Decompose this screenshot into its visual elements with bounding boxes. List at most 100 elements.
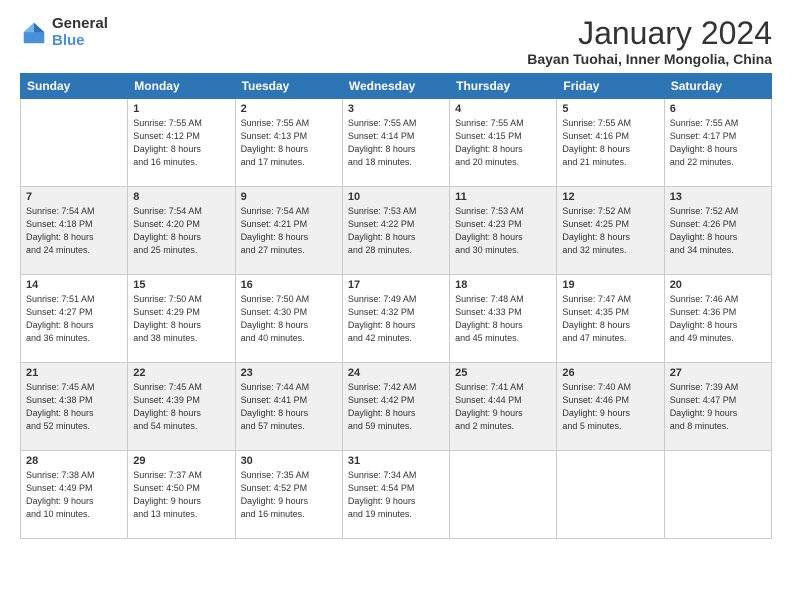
day-info: Sunrise: 7:45 AM Sunset: 4:38 PM Dayligh… bbox=[26, 381, 122, 433]
subtitle: Bayan Tuohai, Inner Mongolia, China bbox=[527, 51, 772, 67]
calendar-week-2: 7 Sunrise: 7:54 AM Sunset: 4:18 PM Daylig… bbox=[21, 187, 772, 275]
day-number: 31 bbox=[348, 455, 444, 467]
calendar-cell: 14 Sunrise: 7:51 AM Sunset: 4:27 PM Dayli… bbox=[21, 275, 128, 363]
day-info: Sunrise: 7:37 AM Sunset: 4:50 PM Dayligh… bbox=[133, 469, 229, 521]
day-number: 25 bbox=[455, 367, 551, 379]
logo-icon bbox=[20, 19, 48, 47]
day-info: Sunrise: 7:55 AM Sunset: 4:14 PM Dayligh… bbox=[348, 117, 444, 169]
day-info: Sunrise: 7:55 AM Sunset: 4:16 PM Dayligh… bbox=[562, 117, 658, 169]
calendar-cell bbox=[21, 99, 128, 187]
calendar-cell: 7 Sunrise: 7:54 AM Sunset: 4:18 PM Daylig… bbox=[21, 187, 128, 275]
logo-text: General Blue bbox=[52, 16, 108, 49]
calendar-cell: 15 Sunrise: 7:50 AM Sunset: 4:29 PM Dayli… bbox=[128, 275, 235, 363]
day-info: Sunrise: 7:41 AM Sunset: 4:44 PM Dayligh… bbox=[455, 381, 551, 433]
col-wednesday: Wednesday bbox=[342, 74, 449, 99]
day-info: Sunrise: 7:54 AM Sunset: 4:18 PM Dayligh… bbox=[26, 205, 122, 257]
day-info: Sunrise: 7:38 AM Sunset: 4:49 PM Dayligh… bbox=[26, 469, 122, 521]
day-info: Sunrise: 7:50 AM Sunset: 4:29 PM Dayligh… bbox=[133, 293, 229, 345]
day-number: 22 bbox=[133, 367, 229, 379]
col-thursday: Thursday bbox=[450, 74, 557, 99]
calendar-cell: 6Sunrise: 7:55 AM Sunset: 4:17 PM Daylig… bbox=[664, 99, 771, 187]
calendar-cell: 19Sunrise: 7:47 AM Sunset: 4:35 PM Dayli… bbox=[557, 275, 664, 363]
day-info: Sunrise: 7:53 AM Sunset: 4:22 PM Dayligh… bbox=[348, 205, 444, 257]
calendar-cell: 30 Sunrise: 7:35 AM Sunset: 4:52 PM Dayli… bbox=[235, 451, 342, 539]
day-info: Sunrise: 7:35 AM Sunset: 4:52 PM Dayligh… bbox=[241, 469, 337, 521]
day-number: 21 bbox=[26, 367, 122, 379]
day-number: 19 bbox=[562, 279, 658, 291]
title-block: January 2024 Bayan Tuohai, Inner Mongoli… bbox=[527, 16, 772, 67]
day-info: Sunrise: 7:49 AM Sunset: 4:32 PM Dayligh… bbox=[348, 293, 444, 345]
calendar-cell: 2Sunrise: 7:55 AM Sunset: 4:13 PM Daylig… bbox=[235, 99, 342, 187]
day-number: 20 bbox=[670, 279, 766, 291]
col-friday: Friday bbox=[557, 74, 664, 99]
calendar-cell: 28 Sunrise: 7:38 AM Sunset: 4:49 PM Dayli… bbox=[21, 451, 128, 539]
day-info: Sunrise: 7:39 AM Sunset: 4:47 PM Dayligh… bbox=[670, 381, 766, 433]
day-number: 5 bbox=[562, 103, 658, 115]
calendar-cell: 16 Sunrise: 7:50 AM Sunset: 4:30 PM Dayli… bbox=[235, 275, 342, 363]
calendar-cell: 20 Sunrise: 7:46 AM Sunset: 4:36 PM Dayli… bbox=[664, 275, 771, 363]
calendar-cell: 26 Sunrise: 7:40 AM Sunset: 4:46 PM Dayli… bbox=[557, 363, 664, 451]
day-number: 27 bbox=[670, 367, 766, 379]
col-sunday: Sunday bbox=[21, 74, 128, 99]
day-number: 9 bbox=[241, 191, 337, 203]
day-number: 1 bbox=[133, 103, 229, 115]
calendar-cell: 25 Sunrise: 7:41 AM Sunset: 4:44 PM Dayli… bbox=[450, 363, 557, 451]
day-number: 3 bbox=[348, 103, 444, 115]
calendar-cell: 4 Sunrise: 7:55 AM Sunset: 4:15 PM Daylig… bbox=[450, 99, 557, 187]
day-info: Sunrise: 7:40 AM Sunset: 4:46 PM Dayligh… bbox=[562, 381, 658, 433]
day-number: 29 bbox=[133, 455, 229, 467]
calendar-cell: 12Sunrise: 7:52 AM Sunset: 4:25 PM Dayli… bbox=[557, 187, 664, 275]
calendar-cell: 23 Sunrise: 7:44 AM Sunset: 4:41 PM Dayli… bbox=[235, 363, 342, 451]
calendar-cell: 17 Sunrise: 7:49 AM Sunset: 4:32 PM Dayli… bbox=[342, 275, 449, 363]
day-info: Sunrise: 7:45 AM Sunset: 4:39 PM Dayligh… bbox=[133, 381, 229, 433]
day-number: 17 bbox=[348, 279, 444, 291]
day-info: Sunrise: 7:51 AM Sunset: 4:27 PM Dayligh… bbox=[26, 293, 122, 345]
calendar-week-4: 21 Sunrise: 7:45 AM Sunset: 4:38 PM Dayli… bbox=[21, 363, 772, 451]
calendar-cell: 10Sunrise: 7:53 AM Sunset: 4:22 PM Dayli… bbox=[342, 187, 449, 275]
day-number: 13 bbox=[670, 191, 766, 203]
main-title: January 2024 bbox=[527, 16, 772, 51]
day-info: Sunrise: 7:55 AM Sunset: 4:12 PM Dayligh… bbox=[133, 117, 229, 169]
day-info: Sunrise: 7:34 AM Sunset: 4:54 PM Dayligh… bbox=[348, 469, 444, 521]
calendar-cell: 22 Sunrise: 7:45 AM Sunset: 4:39 PM Dayli… bbox=[128, 363, 235, 451]
day-number: 30 bbox=[241, 455, 337, 467]
calendar-cell: 9Sunrise: 7:54 AM Sunset: 4:21 PM Daylig… bbox=[235, 187, 342, 275]
day-number: 26 bbox=[562, 367, 658, 379]
day-info: Sunrise: 7:42 AM Sunset: 4:42 PM Dayligh… bbox=[348, 381, 444, 433]
day-number: 15 bbox=[133, 279, 229, 291]
calendar-table: Sunday Monday Tuesday Wednesday Thursday… bbox=[20, 73, 772, 539]
day-number: 4 bbox=[455, 103, 551, 115]
day-info: Sunrise: 7:54 AM Sunset: 4:20 PM Dayligh… bbox=[133, 205, 229, 257]
day-info: Sunrise: 7:46 AM Sunset: 4:36 PM Dayligh… bbox=[670, 293, 766, 345]
col-saturday: Saturday bbox=[664, 74, 771, 99]
calendar-cell: 8 Sunrise: 7:54 AM Sunset: 4:20 PM Daylig… bbox=[128, 187, 235, 275]
day-number: 11 bbox=[455, 191, 551, 203]
header: General Blue January 2024 Bayan Tuohai, … bbox=[20, 16, 772, 67]
calendar-cell bbox=[664, 451, 771, 539]
calendar-cell: 5 Sunrise: 7:55 AM Sunset: 4:16 PM Daylig… bbox=[557, 99, 664, 187]
day-number: 24 bbox=[348, 367, 444, 379]
day-number: 8 bbox=[133, 191, 229, 203]
day-info: Sunrise: 7:50 AM Sunset: 4:30 PM Dayligh… bbox=[241, 293, 337, 345]
logo: General Blue bbox=[20, 16, 108, 49]
day-number: 18 bbox=[455, 279, 551, 291]
calendar-header-row: Sunday Monday Tuesday Wednesday Thursday… bbox=[21, 74, 772, 99]
day-number: 2 bbox=[241, 103, 337, 115]
day-info: Sunrise: 7:44 AM Sunset: 4:41 PM Dayligh… bbox=[241, 381, 337, 433]
calendar-cell bbox=[557, 451, 664, 539]
calendar-cell: 24 Sunrise: 7:42 AM Sunset: 4:42 PM Dayli… bbox=[342, 363, 449, 451]
day-info: Sunrise: 7:55 AM Sunset: 4:15 PM Dayligh… bbox=[455, 117, 551, 169]
calendar-cell: 1 Sunrise: 7:55 AM Sunset: 4:12 PM Daylig… bbox=[128, 99, 235, 187]
day-number: 23 bbox=[241, 367, 337, 379]
day-info: Sunrise: 7:52 AM Sunset: 4:25 PM Dayligh… bbox=[562, 205, 658, 257]
calendar-cell: 31 Sunrise: 7:34 AM Sunset: 4:54 PM Dayli… bbox=[342, 451, 449, 539]
day-number: 28 bbox=[26, 455, 122, 467]
calendar-cell bbox=[450, 451, 557, 539]
calendar-week-1: 1 Sunrise: 7:55 AM Sunset: 4:12 PM Daylig… bbox=[21, 99, 772, 187]
logo-blue: Blue bbox=[52, 33, 108, 50]
day-number: 14 bbox=[26, 279, 122, 291]
day-number: 7 bbox=[26, 191, 122, 203]
calendar-cell: 11Sunrise: 7:53 AM Sunset: 4:23 PM Dayli… bbox=[450, 187, 557, 275]
day-number: 16 bbox=[241, 279, 337, 291]
calendar-week-3: 14 Sunrise: 7:51 AM Sunset: 4:27 PM Dayli… bbox=[21, 275, 772, 363]
